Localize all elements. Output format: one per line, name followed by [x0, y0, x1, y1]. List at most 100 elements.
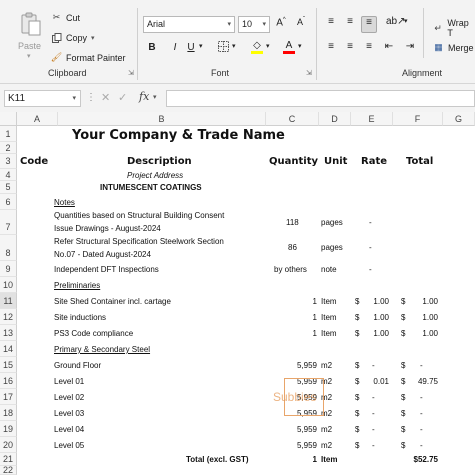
quantity-cell[interactable]: 5,959: [280, 441, 317, 450]
total-currency[interactable]: $: [401, 313, 405, 322]
description-cell[interactable]: Level 03: [54, 409, 84, 418]
header-rate[interactable]: Rate: [361, 156, 387, 167]
grand-total-label[interactable]: Total (excl. GST): [186, 455, 249, 464]
grand-total-unit[interactable]: Item: [321, 455, 337, 464]
total-currency[interactable]: $: [401, 441, 405, 450]
total-currency[interactable]: $: [401, 297, 405, 306]
row-header[interactable]: 22: [0, 466, 17, 475]
rate-currency[interactable]: $: [355, 377, 359, 386]
total-cell[interactable]: -: [420, 393, 423, 402]
unit-cell[interactable]: m2: [321, 361, 332, 370]
rate-cell[interactable]: -: [369, 243, 372, 252]
rate-cell[interactable]: 1.00: [367, 329, 389, 338]
align-bottom-icon[interactable]: ≡: [361, 16, 377, 33]
row-header[interactable]: 1: [0, 126, 17, 142]
description-cell[interactable]: Independent DFT Inspections: [54, 265, 159, 274]
header-code[interactable]: Code: [20, 156, 48, 167]
description-cell[interactable]: PS3 Code compliance: [54, 329, 133, 338]
borders-icon[interactable]: [217, 41, 229, 55]
row-header[interactable]: 18: [0, 405, 17, 421]
align-left-icon[interactable]: ≡: [325, 41, 337, 52]
column-header-b[interactable]: B: [58, 112, 266, 126]
description-cell[interactable]: Level 04: [54, 425, 84, 434]
total-cell[interactable]: 1.00: [413, 313, 438, 322]
row-header[interactable]: 11: [0, 293, 17, 309]
total-currency[interactable]: $: [401, 409, 405, 418]
company-title[interactable]: Your Company & Trade Name: [72, 128, 285, 143]
clipboard-launcher-icon[interactable]: ⇲: [128, 69, 134, 77]
decrease-indent-icon[interactable]: ⇤: [383, 41, 395, 52]
total-cell[interactable]: 1.00: [413, 329, 438, 338]
row-header[interactable]: 20: [0, 437, 17, 453]
insert-function-icon[interactable]: fx: [139, 90, 149, 103]
unit-cell[interactable]: pages: [321, 243, 343, 252]
column-header-g[interactable]: G: [443, 112, 475, 126]
decrease-font-size-button[interactable]: Aˇ: [294, 17, 308, 27]
italic-button[interactable]: I: [170, 42, 180, 53]
rate-cell[interactable]: -: [372, 361, 375, 370]
align-middle-icon[interactable]: ≡: [344, 16, 356, 27]
section-title[interactable]: INTUMESCENT COATINGS: [100, 183, 202, 192]
project-address[interactable]: Project Address: [127, 171, 183, 180]
font-color-dropdown-icon[interactable]: ▾: [298, 42, 302, 50]
paste-button[interactable]: Paste: [18, 41, 41, 51]
cut-button[interactable]: ✂ Cut: [51, 12, 80, 23]
column-header-e[interactable]: E: [351, 112, 393, 126]
align-top-icon[interactable]: ≡: [325, 16, 337, 27]
borders-dropdown-icon[interactable]: ▾: [232, 42, 236, 50]
row-header[interactable]: 13: [0, 325, 17, 341]
header-description[interactable]: Description: [127, 156, 192, 167]
note-line-2b[interactable]: No.07 - Dated August-2024: [54, 250, 151, 259]
function-dropdown-icon[interactable]: ▾: [153, 93, 157, 101]
notes-heading[interactable]: Notes: [54, 198, 75, 207]
unit-cell[interactable]: pages: [321, 218, 343, 227]
row-header[interactable]: 14: [0, 341, 17, 357]
rate-currency[interactable]: $: [355, 425, 359, 434]
grand-total-quantity[interactable]: 1: [290, 455, 317, 464]
unit-cell[interactable]: Item: [321, 297, 337, 306]
rate-cell[interactable]: -: [372, 393, 375, 402]
row-header[interactable]: 17: [0, 389, 17, 405]
header-total[interactable]: Total: [406, 156, 433, 167]
rate-cell[interactable]: -: [372, 425, 375, 434]
unit-cell[interactable]: Item: [321, 313, 337, 322]
formula-input[interactable]: [166, 90, 475, 107]
column-header-a[interactable]: A: [17, 112, 58, 126]
description-cell[interactable]: Level 02: [54, 393, 84, 402]
row-header[interactable]: 16: [0, 373, 17, 389]
rate-cell[interactable]: -: [369, 265, 372, 274]
format-painter-button[interactable]: 🖌 Format Painter: [51, 52, 126, 63]
bold-button[interactable]: B: [147, 42, 157, 53]
total-cell[interactable]: 49.75: [410, 377, 438, 386]
paste-dropdown-icon[interactable]: ▾: [27, 52, 31, 60]
description-cell[interactable]: Site Shed Container incl. cartage: [54, 297, 171, 306]
row-header[interactable]: 12: [0, 309, 17, 325]
row-header[interactable]: 8: [0, 235, 17, 261]
rate-currency[interactable]: $: [355, 441, 359, 450]
total-cell[interactable]: -: [420, 441, 423, 450]
rate-currency[interactable]: $: [355, 313, 359, 322]
unit-cell[interactable]: note: [321, 265, 337, 274]
total-currency[interactable]: $: [401, 377, 405, 386]
rate-cell[interactable]: -: [372, 409, 375, 418]
align-center-icon[interactable]: ≡: [344, 41, 356, 52]
name-box[interactable]: K11 ▾: [4, 90, 81, 107]
total-currency[interactable]: $: [401, 393, 405, 402]
quantity-cell[interactable]: 5,959: [280, 425, 317, 434]
paste-icon[interactable]: [20, 12, 42, 36]
total-cell[interactable]: -: [420, 361, 423, 370]
more-options-icon[interactable]: ⋮: [86, 92, 96, 103]
grand-total-value[interactable]: $52.75: [400, 455, 438, 464]
enter-icon[interactable]: ✓: [118, 91, 127, 104]
merge-button[interactable]: ▦ Merge: [433, 42, 473, 53]
font-size-select[interactable]: 10 ▾: [238, 16, 270, 33]
description-cell[interactable]: Ground Floor: [54, 361, 101, 370]
fill-color-icon[interactable]: ◇: [251, 40, 263, 54]
quantity-cell[interactable]: 1: [290, 297, 317, 306]
total-currency[interactable]: $: [401, 425, 405, 434]
row-header[interactable]: 2: [0, 142, 17, 154]
description-cell[interactable]: Site inductions: [54, 313, 106, 322]
description-cell[interactable]: Level 05: [54, 441, 84, 450]
quantity-cell[interactable]: 1: [290, 329, 317, 338]
row-header[interactable]: 7: [0, 210, 17, 235]
